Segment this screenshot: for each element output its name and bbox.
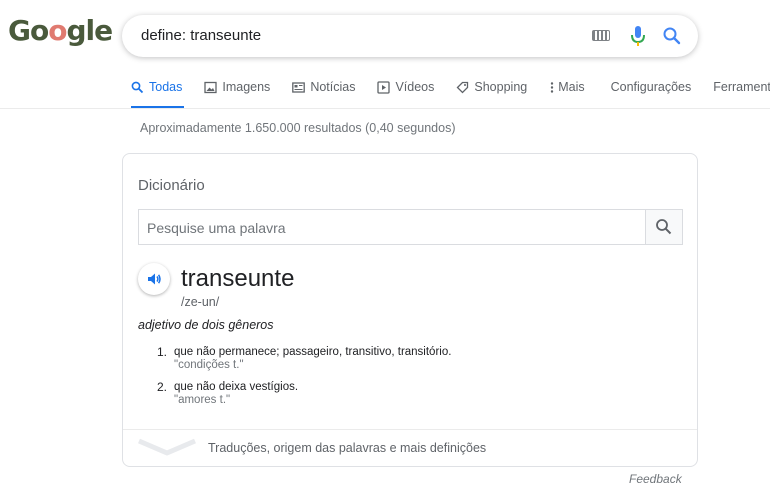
tabs-divider — [0, 108, 770, 109]
tab-configuracoes[interactable]: Configurações — [611, 72, 692, 108]
dictionary-card: Dicionário Pesquise uma palavra transeun… — [122, 153, 698, 467]
definition-text: que não permanece; passageiro, transitiv… — [174, 346, 452, 358]
results-stats: Aproximadamente 1.650.000 resultados (0,… — [140, 121, 456, 135]
play-icon — [377, 81, 391, 94]
tab-ferramentas[interactable]: Ferramentas — [713, 72, 770, 108]
google-logo[interactable]: Google — [8, 14, 113, 47]
tab-imagens[interactable]: Imagens — [204, 72, 270, 108]
tab-label: Imagens — [222, 80, 271, 94]
search-input[interactable]: define: transeunte — [141, 27, 261, 44]
tab-mais[interactable]: Mais — [549, 72, 585, 108]
card-title: Dicionário — [138, 177, 205, 194]
search-icon — [656, 219, 672, 235]
tab-label: Shopping — [474, 80, 528, 94]
headword: transeunte — [181, 265, 295, 292]
more-definitions-link[interactable]: Traduções, origem das palavras e mais de… — [208, 441, 486, 455]
pronunciation-button[interactable] — [138, 263, 170, 295]
logo-letter: g — [66, 14, 86, 47]
definition-text: que não deixa vestígios. — [174, 381, 299, 393]
phonetic: /ze-un/ — [181, 295, 220, 309]
definition-number: 1. — [156, 345, 167, 359]
part-of-speech: adjetivo de dois gêneros — [138, 318, 274, 332]
logo-letter: e — [94, 14, 113, 47]
logo-letter: o — [48, 14, 67, 47]
tag-icon — [456, 81, 469, 94]
definition-example: "amores t." — [174, 394, 231, 406]
microphone-icon[interactable] — [630, 23, 646, 49]
tab-label: Configurações — [610, 80, 692, 94]
chevron-down-icon[interactable] — [137, 438, 197, 458]
dictionary-search-button[interactable] — [645, 210, 682, 244]
tab-shopping[interactable]: Shopping — [456, 72, 527, 108]
logo-letter: l — [85, 14, 96, 47]
more-vert-icon — [551, 82, 554, 93]
tab-label: Ferramentas — [713, 80, 770, 94]
tab-label: Todas — [149, 80, 183, 94]
definition-number: 2. — [156, 380, 167, 394]
dictionary-search-input[interactable]: Pesquise uma palavra — [147, 220, 286, 236]
keyboard-icon[interactable] — [592, 30, 610, 41]
tab-videos[interactable]: Vídeos — [377, 72, 434, 108]
speaker-icon — [148, 273, 161, 285]
feedback-link[interactable]: Feedback — [629, 472, 682, 486]
search-tabs: Todas Imagens Notícias Vídeos Shopping M… — [131, 72, 770, 109]
tab-label: Mais — [558, 80, 585, 94]
logo-letter: G — [8, 14, 31, 47]
search-icon[interactable] — [662, 26, 682, 46]
tab-label: Notícias — [310, 80, 356, 94]
dictionary-search[interactable]: Pesquise uma palavra — [138, 209, 683, 245]
logo-letter: o — [29, 14, 49, 47]
image-icon — [204, 81, 218, 94]
tab-todas[interactable]: Todas — [131, 72, 185, 109]
tab-label: Vídeos — [395, 80, 435, 94]
tab-noticias[interactable]: Notícias — [292, 72, 355, 108]
news-icon — [292, 82, 306, 93]
search-box[interactable]: define: transeunte — [122, 15, 698, 57]
definition-example: "condições t." — [174, 359, 244, 371]
card-footer-divider — [123, 429, 697, 430]
search-icon — [131, 81, 144, 94]
